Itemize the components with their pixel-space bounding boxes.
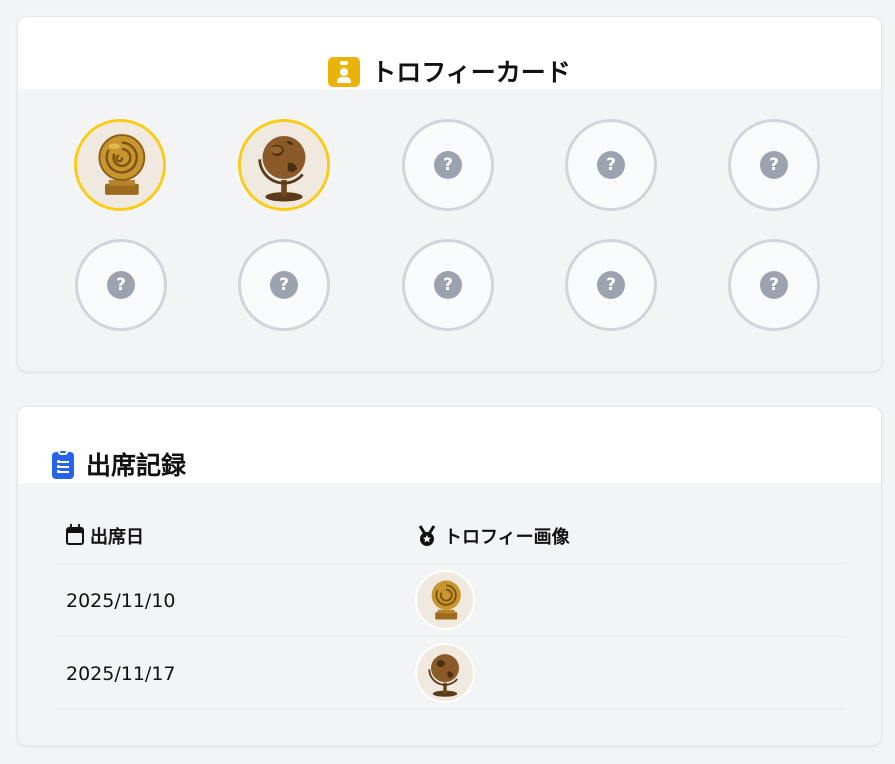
trophy-thumbnail-globe[interactable]: [415, 643, 475, 703]
trophy-card: トロフィーカード ? ? ? ? ? ? ? ?: [17, 16, 882, 372]
table-row: 2025/11/17: [55, 637, 846, 710]
attendance-card: 出席記録 出席日 トロフィー画像 2025/11/10 2025/11/17: [17, 406, 882, 746]
attendance-title-text: 出席記録: [86, 451, 187, 480]
trophy-card-header: トロフィーカード: [18, 17, 881, 89]
trophy-slot-locked[interactable]: ?: [238, 239, 330, 331]
trophy-slot-locked[interactable]: ?: [728, 239, 820, 331]
attendance-title: 出席記録: [52, 449, 187, 480]
trophy-thumbnail-ammonite[interactable]: [415, 570, 475, 630]
trophy-slot-locked[interactable]: ?: [402, 119, 494, 211]
question-icon: ?: [597, 271, 625, 299]
trophy-slot-locked[interactable]: ?: [75, 239, 167, 331]
question-icon: ?: [760, 271, 788, 299]
ammonite-trophy-icon: [417, 572, 473, 628]
medal-icon: [418, 525, 436, 546]
question-icon: ?: [107, 271, 135, 299]
question-icon: ?: [434, 151, 462, 179]
question-icon: ?: [434, 271, 462, 299]
clipboard-list-icon: [52, 449, 74, 479]
globe-trophy-icon: [241, 122, 327, 208]
column-header-image-label: トロフィー画像: [444, 527, 570, 548]
trophy-slot-globe[interactable]: [238, 119, 330, 211]
trophy-slot-locked[interactable]: ?: [728, 119, 820, 211]
attendance-date: 2025/11/17: [66, 663, 176, 685]
trophy-card-title-text: トロフィーカード: [371, 57, 571, 87]
question-icon: ?: [760, 151, 788, 179]
table-header: 出席日 トロフィー画像: [55, 509, 846, 564]
trophy-slot-locked[interactable]: ?: [402, 239, 494, 331]
question-icon: ?: [597, 151, 625, 179]
attendance-date: 2025/11/10: [66, 590, 176, 612]
column-header-date: 出席日: [66, 523, 144, 549]
attendance-table: 出席日 トロフィー画像 2025/11/10 2025/11/17: [55, 509, 846, 710]
trophy-slot-locked[interactable]: ?: [565, 239, 657, 331]
trophy-slot-ammonite[interactable]: [74, 119, 166, 211]
globe-trophy-icon: [417, 645, 473, 701]
calendar-icon: [66, 524, 84, 545]
id-badge-icon: [328, 57, 361, 87]
column-header-image: トロフィー画像: [416, 523, 570, 549]
question-icon: ?: [270, 271, 298, 299]
trophy-card-title: トロフィーカード: [328, 57, 571, 87]
column-header-date-label: 出席日: [90, 527, 144, 548]
ammonite-trophy-icon: [77, 122, 163, 208]
attendance-card-header: 出席記録: [18, 407, 881, 483]
table-row: 2025/11/10: [55, 564, 846, 637]
trophy-slot-locked[interactable]: ?: [565, 119, 657, 211]
